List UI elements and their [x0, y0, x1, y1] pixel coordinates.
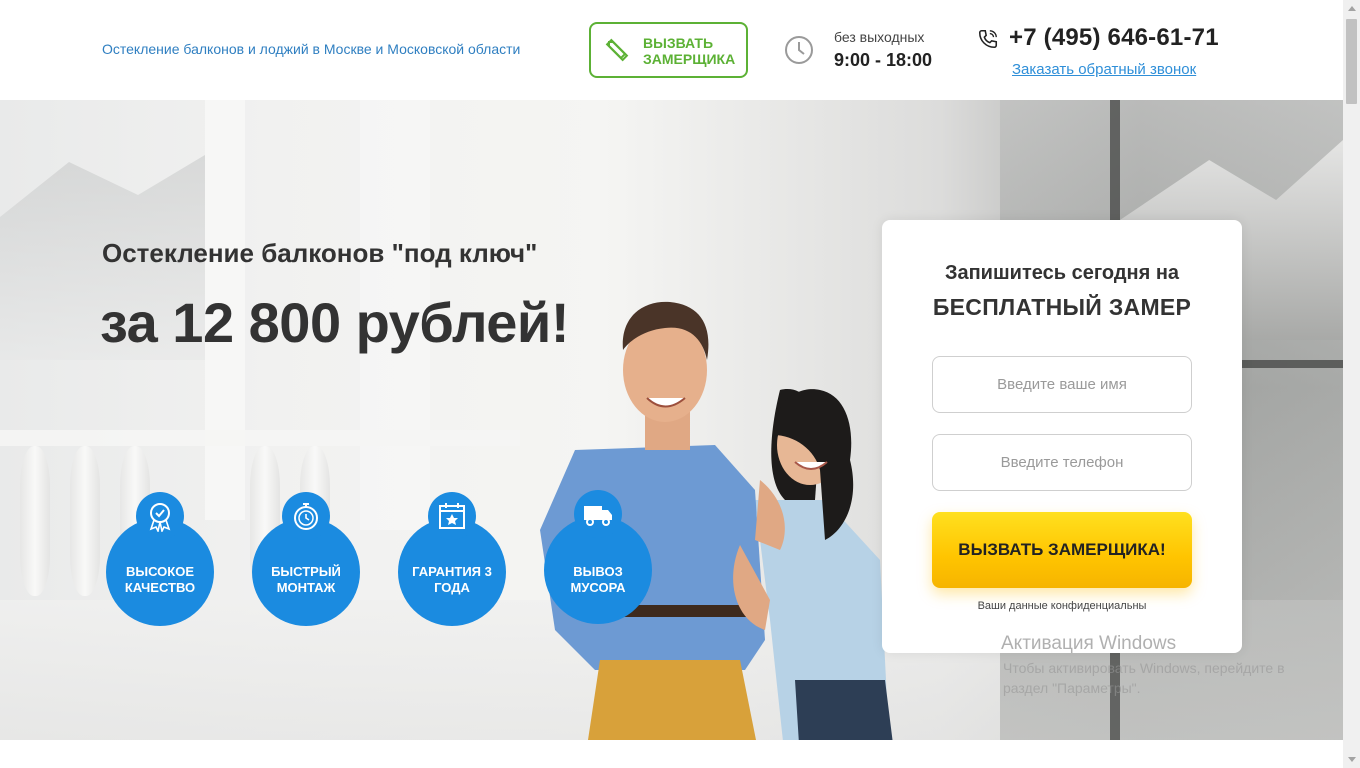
scroll-thumb[interactable] [1346, 19, 1357, 104]
feature-warranty-label: ГАРАНТИЯ 3 ГОДА [412, 564, 492, 595]
background-baluster [20, 446, 50, 596]
signup-form: Запишитесь сегодня на БЕСПЛАТНЫЙ ЗАМЕР В… [882, 220, 1242, 653]
calendar-icon [439, 503, 465, 529]
clock-icon [785, 36, 813, 64]
stopwatch-icon [294, 503, 318, 530]
feature-warranty: ГАРАНТИЯ 3 ГОДА [398, 492, 506, 626]
background-railing [0, 430, 520, 446]
feature-waste-removal: ВЫВОЗ МУСОРА [544, 490, 652, 624]
name-input[interactable] [932, 356, 1192, 413]
working-hours: 9:00 - 18:00 [834, 50, 933, 70]
privacy-note: Ваши данные конфиденциальны [977, 600, 1147, 612]
hours-note: без выходных [834, 29, 925, 45]
feature-quality: ВЫСОКОЕ КАЧЕСТВО [106, 492, 214, 626]
feature-fast-install: БЫСТРЫЙ МОНТАЖ [252, 492, 360, 626]
feature-fast-install-label: БЫСТРЫЙ МОНТАЖ [271, 564, 341, 595]
phone-input[interactable] [932, 434, 1192, 491]
scroll-down-arrow-icon[interactable] [1343, 751, 1360, 768]
form-title: Запишитесь сегодня на [944, 262, 1180, 284]
hero-title: Остекление балконов "под ключ" [102, 238, 538, 268]
site-tagline: Остекление балконов и лоджий в Москве и … [102, 41, 521, 57]
callback-link[interactable]: Заказать обратный звонок [1012, 61, 1196, 78]
phone-icon [978, 29, 998, 49]
truck-icon [584, 506, 612, 526]
submit-button[interactable]: ВЫЗВАТЬ ЗАМЕРЩИКА! [932, 512, 1192, 588]
hero-price: за 12 800 рублей! [100, 291, 570, 354]
call-measurer-button[interactable]: ВЫЗВАТЬ ЗАМЕРЩИКА [589, 22, 748, 78]
phone-number[interactable]: +7 (495) 646-61-71 [1009, 24, 1219, 52]
quality-badge-icon [149, 503, 171, 532]
ruler-pencil-icon [605, 38, 629, 62]
site-header: Остекление балконов и лоджий в Москве и … [0, 0, 1343, 100]
feature-quality-label: ВЫСОКОЕ КАЧЕСТВО [124, 564, 196, 595]
couple-photo [540, 301, 893, 740]
page-bottom [0, 740, 1343, 768]
call-measurer-label: ВЫЗВАТЬ ЗАМЕРЩИКА [643, 35, 736, 67]
windows-activation-text: Чтобы активировать Windows, перейдите в … [1003, 660, 1285, 696]
background-baluster [70, 446, 100, 596]
vertical-scrollbar[interactable] [1343, 0, 1360, 768]
windows-activation-title: Активация Windows [1001, 633, 1177, 654]
feature-waste-removal-label: ВЫВОЗ МУСОРА [570, 564, 626, 595]
window-frame [1240, 360, 1343, 368]
scroll-up-arrow-icon[interactable] [1343, 0, 1360, 17]
form-subtitle: БЕСПЛАТНЫЙ ЗАМЕР [932, 294, 1192, 320]
